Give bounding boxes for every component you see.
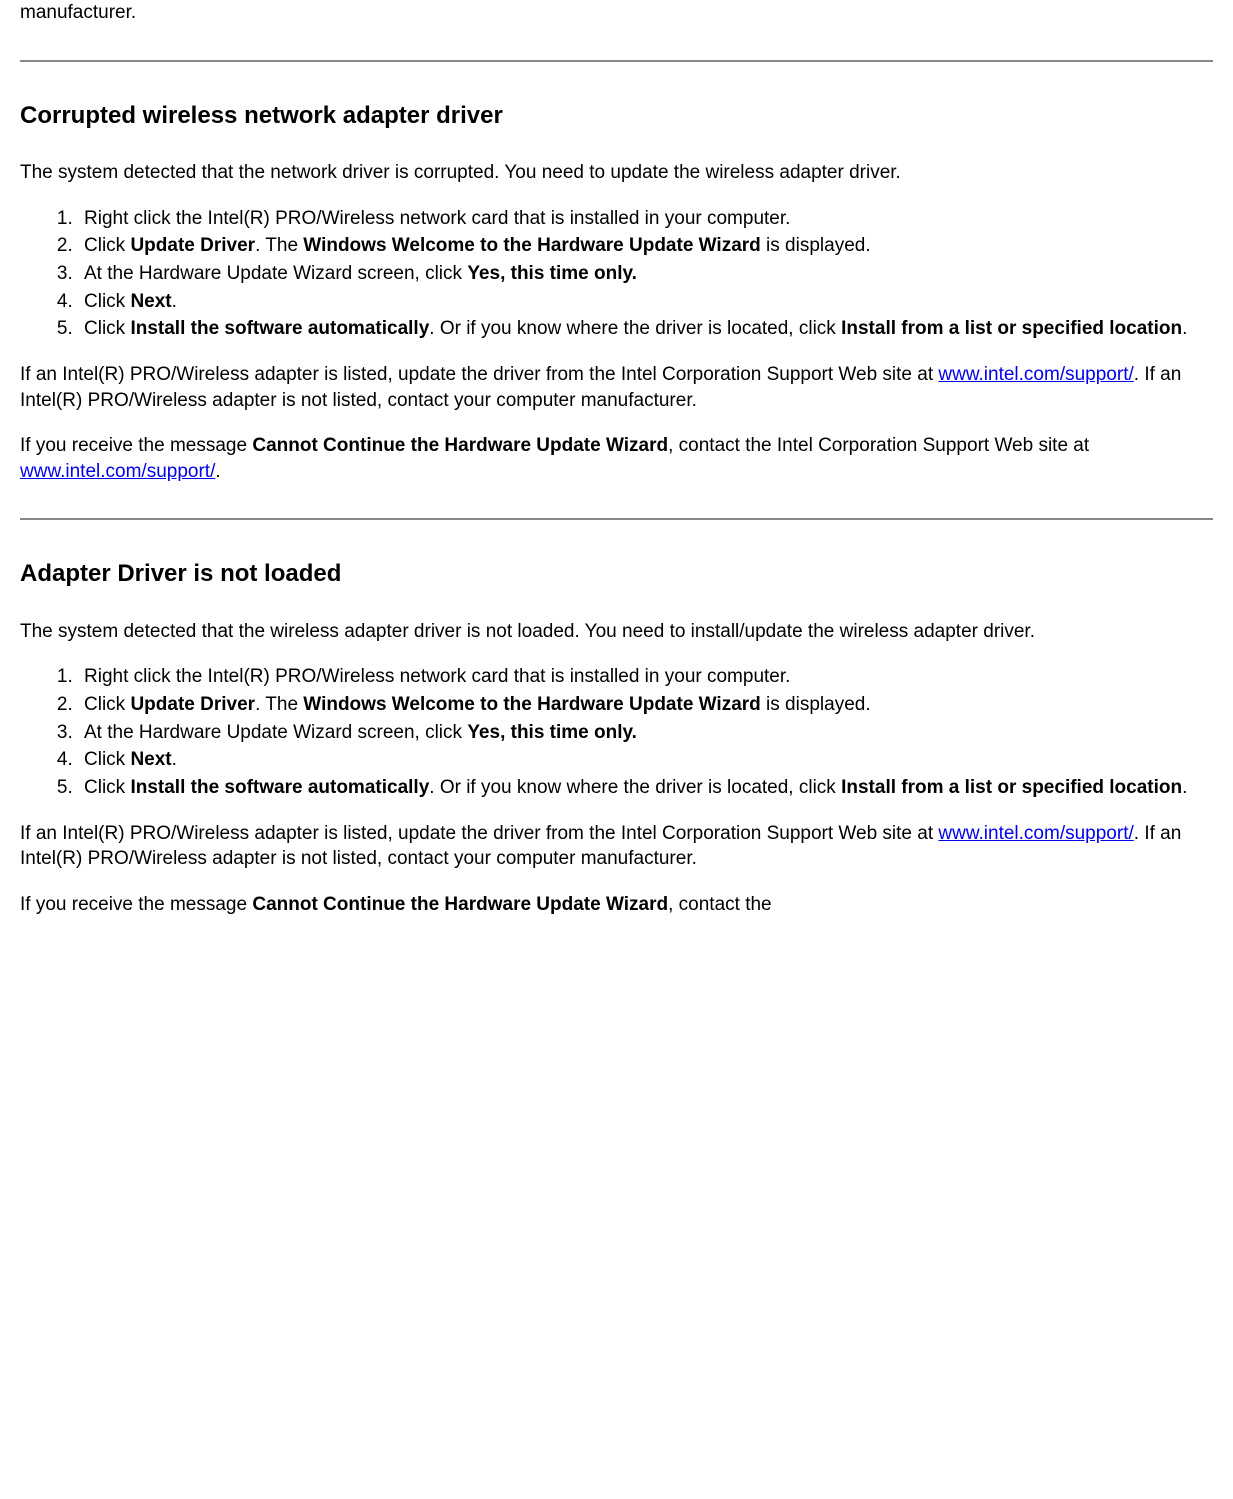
section2-para3: If you receive the message Cannot Contin…	[20, 892, 1213, 918]
para-text: , contact the	[668, 894, 772, 915]
list-item: At the Hardware Update Wizard screen, cl…	[78, 261, 1213, 287]
bold-text: Windows Welcome to the Hardware Update W…	[303, 235, 760, 256]
bold-text: Yes, this time only.	[467, 722, 637, 743]
step-text: At the Hardware Update Wizard screen, cl…	[84, 263, 467, 284]
bold-text: Install from a list or specified locatio…	[841, 777, 1182, 798]
step-text: Click	[84, 291, 130, 312]
list-item: Click Next.	[78, 747, 1213, 773]
bold-text: Next	[130, 291, 171, 312]
para-text: If an Intel(R) PRO/Wireless adapter is l…	[20, 364, 938, 385]
section1-para2: If an Intel(R) PRO/Wireless adapter is l…	[20, 362, 1213, 413]
list-item: Click Install the software automatically…	[78, 775, 1213, 801]
section-heading-driver-not-loaded: Adapter Driver is not loaded	[20, 558, 1213, 590]
section2-intro: The system detected that the wireless ad…	[20, 619, 1213, 645]
bold-text: Update Driver	[130, 694, 255, 715]
bold-text: Cannot Continue the Hardware Update Wiza…	[252, 894, 668, 915]
section2-steps: Right click the Intel(R) PRO/Wireless ne…	[20, 664, 1213, 800]
step-text: . The	[255, 694, 303, 715]
section1-para3: If you receive the message Cannot Contin…	[20, 433, 1213, 484]
para-text: If an Intel(R) PRO/Wireless adapter is l…	[20, 823, 938, 844]
list-item: Click Update Driver. The Windows Welcome…	[78, 233, 1213, 259]
list-item: At the Hardware Update Wizard screen, cl…	[78, 720, 1213, 746]
step-text: Click	[84, 749, 130, 770]
section1-intro: The system detected that the network dri…	[20, 160, 1213, 186]
bold-text: Install the software automatically	[130, 777, 429, 798]
step-text: is displayed.	[761, 694, 871, 715]
step-text: . Or if you know where the driver is loc…	[429, 777, 841, 798]
step-text: .	[172, 291, 177, 312]
divider	[20, 60, 1213, 62]
list-item: Right click the Intel(R) PRO/Wireless ne…	[78, 206, 1213, 232]
step-text: Click	[84, 694, 130, 715]
support-link[interactable]: www.intel.com/support/	[20, 461, 215, 482]
bold-text: Install from a list or specified locatio…	[841, 318, 1182, 339]
support-link[interactable]: www.intel.com/support/	[938, 823, 1133, 844]
step-text: .	[1182, 777, 1187, 798]
step-text: At the Hardware Update Wizard screen, cl…	[84, 722, 467, 743]
top-fragment: manufacturer.	[20, 0, 1213, 26]
bold-text: Windows Welcome to the Hardware Update W…	[303, 694, 760, 715]
section2-para2: If an Intel(R) PRO/Wireless adapter is l…	[20, 821, 1213, 872]
bold-text: Update Driver	[130, 235, 255, 256]
divider	[20, 518, 1213, 520]
step-text: . Or if you know where the driver is loc…	[429, 318, 841, 339]
list-item: Click Install the software automatically…	[78, 316, 1213, 342]
list-item: Click Update Driver. The Windows Welcome…	[78, 692, 1213, 718]
para-text: If you receive the message	[20, 435, 252, 456]
bold-text: Cannot Continue the Hardware Update Wiza…	[252, 435, 668, 456]
list-item: Click Next.	[78, 289, 1213, 315]
step-text: .	[172, 749, 177, 770]
bold-text: Yes, this time only.	[467, 263, 637, 284]
para-text: .	[215, 461, 220, 482]
support-link[interactable]: www.intel.com/support/	[938, 364, 1133, 385]
para-text: If you receive the message	[20, 894, 252, 915]
step-text: is displayed.	[761, 235, 871, 256]
bold-text: Next	[130, 749, 171, 770]
section-heading-corrupted-driver: Corrupted wireless network adapter drive…	[20, 100, 1213, 132]
step-text: Click	[84, 235, 130, 256]
bold-text: Install the software automatically	[130, 318, 429, 339]
step-text: .	[1182, 318, 1187, 339]
list-item: Right click the Intel(R) PRO/Wireless ne…	[78, 664, 1213, 690]
step-text: Click	[84, 318, 130, 339]
step-text: . The	[255, 235, 303, 256]
para-text: , contact the Intel Corporation Support …	[668, 435, 1089, 456]
section1-steps: Right click the Intel(R) PRO/Wireless ne…	[20, 206, 1213, 342]
step-text: Click	[84, 777, 130, 798]
